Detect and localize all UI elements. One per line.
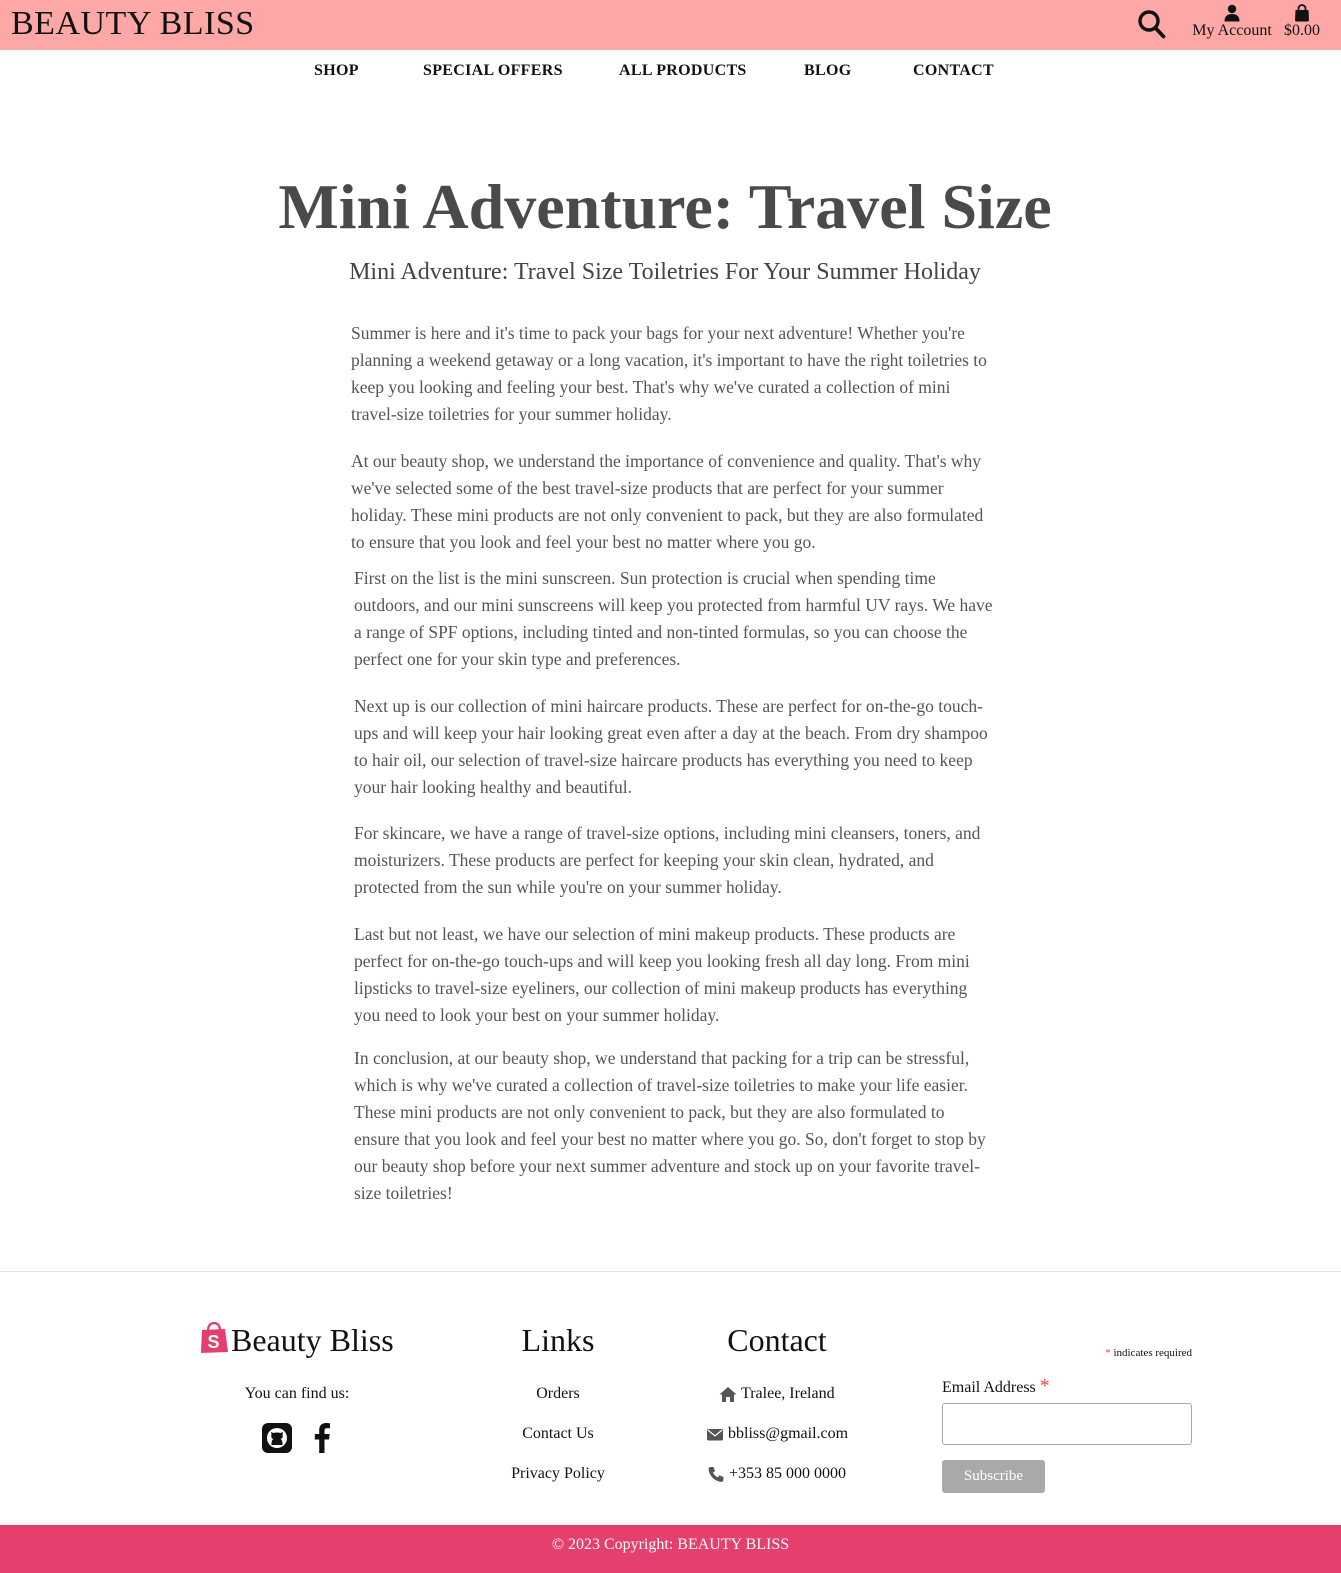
find-us-text: You can find us: [244,1385,350,1402]
facebook-icon[interactable] [306,1420,338,1454]
article-paragraph: Next up is our collection of mini hairca… [354,696,988,797]
phone-icon [708,1466,724,1482]
nav-item-blog[interactable]: BLOG [804,62,851,80]
user-icon [1224,4,1240,22]
article-paragraph: Summer is here and it's time to pack you… [351,323,987,424]
cart-button[interactable]: $0.00 [1282,2,1322,46]
contact-email[interactable]: bbliss@gmail.com [706,1424,848,1444]
site-logo[interactable]: BEAUTY BLISS [11,4,255,44]
article-paragraph: For skincare, we have a range of travel-… [354,823,981,897]
search-icon[interactable] [1137,8,1167,40]
email-field[interactable] [942,1403,1192,1445]
article-paragraph: First on the list is the mini sunscreen.… [354,568,993,669]
article-paragraph: In conclusion, at our beauty shop, we un… [354,1048,986,1203]
footer-link-orders[interactable]: Orders [478,1384,638,1404]
contact-address: Tralee, Ireland [719,1384,835,1404]
email-label: Email Address * [942,1376,1050,1398]
required-note-text: indicates required [1113,1347,1193,1359]
main-nav: SHOP SPECIAL OFFERS ALL PRODUCTS BLOG CO… [0,50,1341,94]
top-header-bar: BEAUTY BLISS My Account $0.00 [0,0,1341,50]
copyright-text: © 2023 Copyright: BEAUTY BLISS [551,1536,790,1553]
home-icon [719,1386,737,1402]
contact-email-text: bbliss@gmail.com [728,1425,849,1442]
github-icon[interactable] [261,1420,293,1454]
article-title: Mini Adventure: Travel Size [278,171,1052,242]
footer-contact-heading: Contact [727,1322,827,1358]
article-subtitle: Mini Adventure: Travel Size Toiletries F… [349,259,981,285]
envelope-icon [707,1428,723,1440]
nav-item-contact[interactable]: CONTACT [913,62,994,80]
subscribe-button[interactable]: Subscribe [942,1460,1045,1493]
contact-address-text: Tralee, Ireland [741,1385,835,1402]
copyright-bar: © 2023 Copyright: BEAUTY BLISS [0,1525,1341,1573]
nav-item-shop[interactable]: SHOP [314,62,359,80]
nav-item-special-offers[interactable]: SPECIAL OFFERS [423,62,563,80]
required-asterisk: * [1105,1347,1111,1359]
footer-link-privacy-policy[interactable]: Privacy Policy [478,1464,638,1484]
footer-link-contact-us[interactable]: Contact Us [478,1424,638,1444]
shopping-bag-icon [1295,4,1309,22]
contact-phone[interactable]: +353 85 000 0000 [707,1464,846,1484]
nav-item-all-products[interactable]: ALL PRODUCTS [619,62,747,80]
footer-divider [0,1271,1341,1272]
article-paragraph: Last but not least, we have our selectio… [354,924,970,1025]
svg-text:S: S [207,1332,219,1352]
footer-brand: Beauty Bliss [231,1322,394,1358]
shopify-bag-icon: S [201,1322,228,1353]
footer-links-heading: Links [521,1322,595,1358]
contact-phone-text: +353 85 000 0000 [729,1465,847,1482]
email-required-asterisk: * [1039,1375,1050,1397]
email-label-text: Email Address [942,1379,1036,1396]
my-account-button[interactable]: My Account [1190,2,1274,46]
required-note: * indicates required [1040,1346,1192,1360]
my-account-label: My Account [1192,22,1272,39]
cart-total: $0.00 [1284,22,1320,39]
article-paragraph: At our beauty shop, we understand the im… [351,451,984,552]
